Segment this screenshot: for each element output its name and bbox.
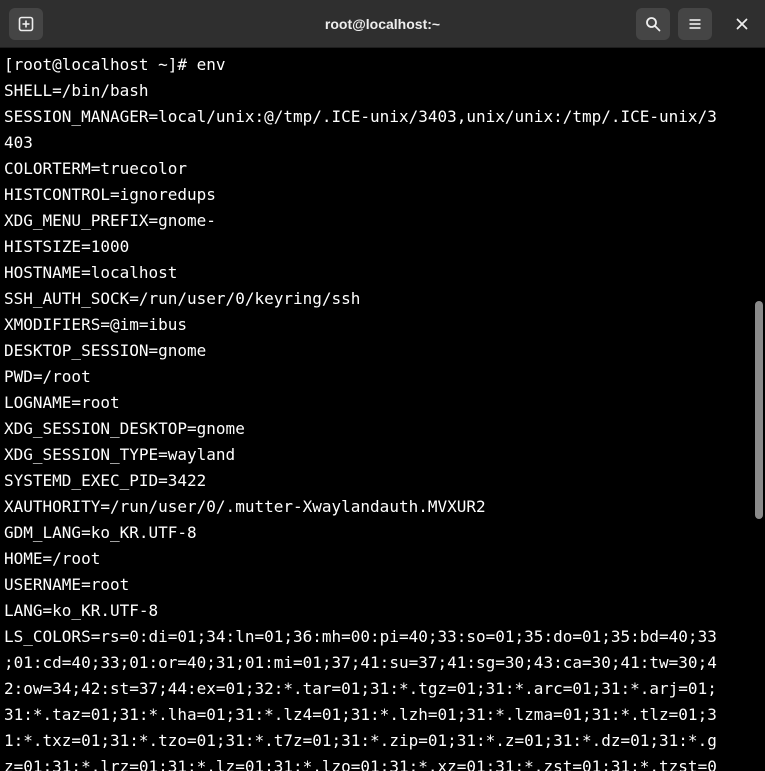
terminal-line: SHELL=/bin/bash <box>4 81 149 100</box>
terminal-line: [root@localhost ~]# env <box>4 55 226 74</box>
terminal-line: z=01;31:*.lrz=01;31:*.lz=01;31:*.lzo=01;… <box>4 757 717 771</box>
close-icon <box>736 18 748 30</box>
menu-button[interactable] <box>678 8 712 40</box>
terminal-line: 31:*.taz=01;31:*.lha=01;31:*.lz4=01;31:*… <box>4 705 717 724</box>
terminal-scrollbar[interactable] <box>751 49 765 771</box>
terminal-line: USERNAME=root <box>4 575 130 594</box>
terminal-line: DESKTOP_SESSION=gnome <box>4 341 207 360</box>
terminal-line: XDG_SESSION_DESKTOP=gnome <box>4 419 245 438</box>
terminal-line: LOGNAME=root <box>4 393 120 412</box>
terminal-line: PWD=/root <box>4 367 91 386</box>
terminal-line: LANG=ko_KR.UTF-8 <box>4 601 159 620</box>
terminal-line: 1:*.txz=01;31:*.tzo=01;31:*.t7z=01;31:*.… <box>4 731 717 750</box>
terminal-line: ;01:cd=40;33;01:or=40;31;01:mi=01;37;41:… <box>4 653 717 672</box>
terminal-line: GDM_LANG=ko_KR.UTF-8 <box>4 523 197 542</box>
scrollbar-thumb[interactable] <box>755 301 763 519</box>
terminal-line: SYSTEMD_EXEC_PID=3422 <box>4 471 207 490</box>
title-bar[interactable]: root@localhost:~ <box>0 0 765 48</box>
terminal-line: SSH_AUTH_SOCK=/run/user/0/keyring/ssh <box>4 289 361 308</box>
terminal-output[interactable]: [root@localhost ~]# env SHELL=/bin/bash … <box>4 52 746 771</box>
new-tab-icon <box>18 16 34 32</box>
terminal-line: XDG_MENU_PREFIX=gnome- <box>4 211 216 230</box>
new-tab-button[interactable] <box>9 8 43 40</box>
terminal-line: HOSTNAME=localhost <box>4 263 178 282</box>
terminal-line: LS_COLORS=rs=0:di=01;34:ln=01;36:mh=00:p… <box>4 627 717 646</box>
terminal-line: XMODIFIERS=@im=ibus <box>4 315 188 334</box>
terminal-line: HISTCONTROL=ignoredups <box>4 185 216 204</box>
search-button[interactable] <box>636 8 670 40</box>
terminal-line: XAUTHORITY=/run/user/0/.mutter-Xwaylanda… <box>4 497 486 516</box>
terminal-line: HOME=/root <box>4 549 101 568</box>
hamburger-menu-icon <box>689 19 701 29</box>
terminal-line: XDG_SESSION_TYPE=wayland <box>4 445 236 464</box>
terminal-line: 403 <box>4 133 33 152</box>
search-icon <box>646 17 661 32</box>
terminal-window: root@localhost:~ [root@localhost ~]# env… <box>0 0 765 771</box>
terminal-line: HISTSIZE=1000 <box>4 237 130 256</box>
close-button[interactable] <box>726 8 758 40</box>
terminal-line: COLORTERM=truecolor <box>4 159 188 178</box>
terminal-line: 2:ow=34;42:st=37;44:ex=01;32:*.tar=01;31… <box>4 679 717 698</box>
terminal-line: SESSION_MANAGER=local/unix:@/tmp/.ICE-un… <box>4 107 717 126</box>
